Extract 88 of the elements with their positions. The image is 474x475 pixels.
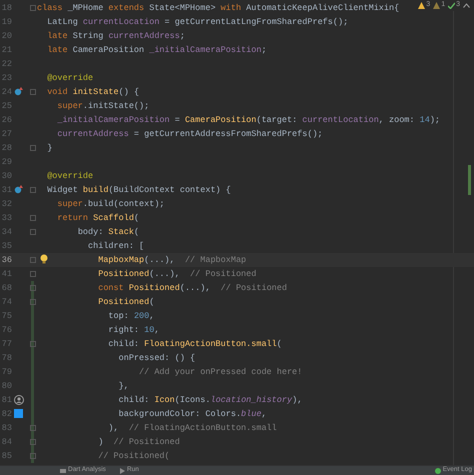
- fold-icon[interactable]: [30, 453, 36, 459]
- code-text: return Scaffold(: [57, 213, 140, 223]
- code-text: }: [47, 143, 52, 153]
- fold-icon[interactable]: [30, 5, 36, 11]
- code-text: onPressed: () {: [118, 353, 196, 363]
- code-text: late CameraPosition _initialCameraPosition;: [47, 45, 267, 55]
- override-icon[interactable]: [14, 87, 23, 96]
- line-number: 76: [2, 324, 12, 336]
- code-text: super.build(context);: [57, 199, 165, 209]
- person-icon: [14, 395, 24, 405]
- run-icon: [120, 468, 125, 474]
- caret-icon[interactable]: [463, 2, 470, 8]
- fold-icon[interactable]: [30, 229, 36, 235]
- line-number: 18: [2, 2, 12, 14]
- fold-icon[interactable]: [30, 271, 36, 277]
- lightbulb-icon[interactable]: [40, 254, 48, 264]
- code-text: late String currentAddress;: [47, 31, 185, 41]
- fold-icon[interactable]: [30, 341, 36, 347]
- line-number: 80: [2, 380, 12, 392]
- line-number: 25: [2, 100, 12, 112]
- code-text: children: [: [88, 241, 144, 251]
- event-log-icon: [434, 468, 441, 474]
- line-number: 84: [2, 436, 12, 448]
- code-text: Positioned(: [98, 297, 154, 307]
- line-number: 29: [2, 156, 12, 168]
- line-number: 83: [2, 422, 12, 434]
- fold-icon[interactable]: [30, 425, 36, 431]
- line-number: 34: [2, 226, 12, 238]
- fold-icon[interactable]: [30, 299, 36, 305]
- code-text: // Add your onPressed code here!: [139, 367, 302, 377]
- code-text: backgroundColor: Colors.blue,: [118, 409, 267, 419]
- fold-icon[interactable]: [30, 439, 36, 445]
- code-text: },: [118, 381, 129, 391]
- line-number: 81: [2, 394, 12, 406]
- code-text: Widget build(BuildContext context) {: [47, 185, 231, 195]
- line-number: 68: [2, 282, 12, 294]
- code-text: super.initState();: [57, 101, 150, 111]
- line-number: 35: [2, 240, 12, 252]
- line-number: 74: [2, 296, 12, 308]
- line-number: 30: [2, 170, 12, 182]
- line-number: 33: [2, 212, 12, 224]
- code-text: // Positioned(: [98, 451, 170, 461]
- line-number: 41: [2, 268, 12, 280]
- check-icon[interactable]: [448, 2, 456, 9]
- code-text: child: FloatingActionButton.small(: [108, 339, 282, 349]
- code-text: ), // FloatingActionButton.small: [108, 423, 277, 433]
- line-number: 22: [2, 58, 12, 70]
- line-number: 23: [2, 72, 12, 84]
- line-number: 75: [2, 310, 12, 322]
- line-number: 24: [2, 86, 12, 98]
- code-text: @override: [47, 171, 94, 181]
- override-icon[interactable]: [14, 185, 23, 194]
- line-number: 77: [2, 338, 12, 350]
- fold-icon[interactable]: [30, 145, 36, 151]
- code-text: const Positioned(...), // Positioned: [98, 283, 287, 293]
- code-text: top: 200,: [108, 311, 154, 321]
- fold-icon[interactable]: [30, 187, 36, 193]
- line-number: 20: [2, 30, 12, 42]
- color-swatch[interactable]: [14, 409, 23, 418]
- fold-icon[interactable]: [30, 285, 36, 291]
- code-text: _initialCameraPosition = CameraPosition(target: currentLocation, zoom: 14);: [57, 115, 440, 125]
- code-text: Positioned(...), // Positioned: [98, 269, 256, 279]
- line-number: 31: [2, 184, 12, 196]
- line-number: 85: [2, 450, 12, 462]
- code-text: MapboxMap(...), // MapboxMap: [98, 255, 246, 265]
- code-text: ) // Positioned: [98, 437, 180, 447]
- line-number: 21: [2, 44, 12, 56]
- fold-icon[interactable]: [30, 89, 36, 95]
- line-number: 79: [2, 366, 12, 378]
- code-text: @override: [47, 73, 94, 83]
- line-number: 26: [2, 114, 12, 126]
- code-text: body: Stack(: [78, 227, 140, 237]
- line-number: 28: [2, 142, 12, 154]
- line-number: 32: [2, 198, 12, 210]
- line-number: 27: [2, 128, 12, 140]
- code-text: void initState() {: [47, 87, 140, 97]
- line-number: 19: [2, 16, 12, 28]
- line-number: 78: [2, 352, 12, 364]
- code-text: class _MPHome extends State<MPHome> with AutomaticKeepAliveClientMixin{: [37, 3, 400, 13]
- fold-icon[interactable]: [30, 257, 36, 263]
- analysis-icon: [60, 468, 66, 474]
- code-text: currentAddress = getCurrentAddressFromSharedPrefs();: [57, 129, 323, 139]
- code-text: child: Icon(Icons.location_history),: [118, 395, 302, 405]
- line-number: 82: [2, 408, 12, 420]
- line-number: 36: [2, 254, 12, 266]
- fold-icon[interactable]: [30, 215, 36, 221]
- code-text: LatLng currentLocation = getCurrentLatLngFromSharedPrefs();: [47, 17, 348, 27]
- code-text: right: 10,: [108, 325, 160, 335]
